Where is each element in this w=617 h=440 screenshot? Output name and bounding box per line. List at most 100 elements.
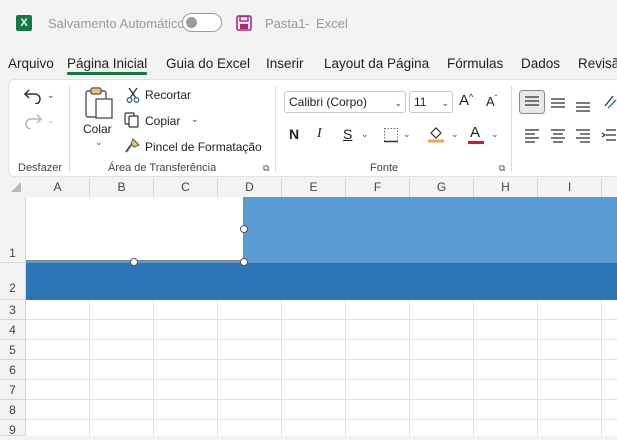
font-color-chevron-icon[interactable]: ⌄ — [491, 129, 499, 140]
font-family-value: Calibri (Corpo) — [289, 95, 368, 109]
row-header-4[interactable]: 4 — [0, 320, 25, 340]
row-header-3[interactable]: 3 — [0, 300, 25, 320]
font-family-chevron-icon: ⌄ — [394, 98, 402, 108]
column-header-d[interactable]: D — [218, 178, 282, 197]
group-separator — [275, 86, 276, 172]
selected-rectangle-shape[interactable] — [26, 197, 244, 261]
font-family-select[interactable]: Calibri (Corpo) ⌄ — [284, 91, 406, 113]
borders-icon[interactable] — [383, 127, 399, 143]
resize-handle-right[interactable] — [240, 225, 248, 233]
tab-formulas[interactable]: Fórmulas — [447, 56, 503, 71]
worksheet-grid[interactable] — [26, 197, 617, 436]
row-header-9[interactable]: 9 — [0, 420, 25, 437]
autosave-toggle[interactable] — [182, 13, 222, 32]
paste-dropdown-chevron-icon[interactable]: ⌄ — [95, 137, 103, 148]
font-color-bar — [468, 141, 484, 144]
align-center-icon[interactable] — [550, 127, 566, 143]
align-middle-icon[interactable] — [550, 94, 566, 110]
cut-label[interactable]: Recortar — [145, 88, 191, 102]
grow-font-icon: A — [459, 92, 470, 109]
column-header-i[interactable]: I — [538, 178, 602, 197]
font-size-chevron-icon: ⌄ — [441, 98, 449, 108]
redo-icon[interactable] — [23, 111, 43, 129]
excel-logo-icon: X — [16, 15, 32, 31]
column-header-h[interactable]: H — [474, 178, 538, 197]
row-header-1[interactable]: 1 — [0, 197, 25, 263]
app-name: Excel — [316, 16, 348, 31]
resize-handle-bottom-right[interactable] — [240, 258, 248, 266]
copy-label[interactable]: Copiar — [145, 114, 180, 128]
grid-line — [26, 419, 617, 420]
fill-color-icon[interactable] — [427, 125, 445, 143]
column-header-a[interactable]: A — [26, 178, 90, 197]
tab-layout-da-pagina[interactable]: Layout da Página — [324, 56, 429, 71]
shrink-font-button[interactable]: Aˇ — [486, 94, 497, 109]
align-left-icon[interactable] — [524, 127, 540, 143]
undo-group-label: Desfazer — [18, 162, 63, 174]
borders-chevron-icon[interactable]: ⌄ — [403, 129, 411, 140]
title-separator: - — [305, 16, 310, 31]
tab-guia-do-excel[interactable]: Guia do Excel — [166, 56, 250, 71]
bold-button[interactable]: N — [289, 126, 299, 142]
column-header-e[interactable]: E — [282, 178, 346, 197]
active-tab-indicator — [67, 72, 147, 75]
orientation-icon[interactable] — [603, 94, 617, 110]
indent-icon[interactable] — [601, 127, 617, 143]
column-header-c[interactable]: C — [154, 178, 218, 197]
save-icon[interactable] — [236, 15, 252, 31]
grid-line — [26, 319, 617, 320]
tab-dados[interactable]: Dados — [521, 56, 560, 71]
align-top-icon[interactable] — [519, 90, 545, 114]
grid-line — [26, 399, 617, 400]
copy-dropdown-chevron-icon[interactable]: ⌄ — [191, 114, 199, 125]
row-header-2[interactable]: 2 — [0, 263, 25, 300]
select-all-button[interactable] — [0, 178, 25, 197]
resize-handle-bottom[interactable] — [130, 258, 138, 266]
paste-label[interactable]: Colar — [83, 122, 112, 136]
shape-band-dark[interactable] — [26, 263, 617, 300]
clipboard-group-label: Área de Transferência — [108, 162, 217, 174]
row-header-6[interactable]: 6 — [0, 360, 25, 380]
group-separator — [69, 86, 70, 172]
row-header-8[interactable]: 8 — [0, 400, 25, 420]
group-separator — [511, 86, 512, 172]
title-bar: X Salvamento Automático Pasta1 - Excel — [0, 0, 617, 48]
paste-icon[interactable] — [83, 86, 115, 120]
align-right-icon[interactable] — [575, 127, 591, 143]
format-painter-icon[interactable] — [124, 138, 140, 154]
grid-line — [26, 379, 617, 380]
grid-line — [26, 359, 617, 360]
cut-icon[interactable] — [126, 87, 140, 103]
undo-dropdown-chevron-icon[interactable]: ⌄ — [47, 90, 55, 101]
tab-revisao[interactable]: Revisão — [578, 56, 617, 71]
align-bottom-icon[interactable] — [575, 96, 591, 112]
fill-color-chevron-icon[interactable]: ⌄ — [451, 129, 459, 140]
font-size-select[interactable]: 11 ⌄ — [409, 91, 453, 113]
column-header-g[interactable]: G — [410, 178, 474, 197]
shrink-font-icon: A — [486, 94, 495, 109]
grid-line — [26, 339, 617, 340]
italic-button[interactable]: I — [317, 126, 322, 142]
redo-dropdown-chevron-icon[interactable]: ⌄ — [47, 115, 55, 126]
column-headers: A B C D E F G H I — [0, 178, 617, 198]
font-size-value: 11 — [414, 95, 427, 109]
font-color-icon[interactable]: A — [470, 124, 480, 141]
underline-chevron-icon[interactable]: ⌄ — [361, 129, 369, 140]
format-painter-label[interactable]: Pincel de Formatação — [145, 140, 262, 154]
row-header-7[interactable]: 7 — [0, 380, 25, 400]
tab-inserir[interactable]: Inserir — [266, 56, 304, 71]
font-group-label: Fonte — [370, 162, 399, 174]
undo-icon[interactable] — [23, 86, 43, 104]
row-header-5[interactable]: 5 — [0, 340, 25, 360]
grow-font-button[interactable]: A^ — [459, 92, 473, 109]
underline-button[interactable]: S — [343, 126, 352, 142]
tab-pagina-inicial[interactable]: Página Inicial — [67, 56, 147, 71]
row-headers: 1 2 3 4 5 6 7 8 9 — [0, 197, 26, 437]
autosave-label: Salvamento Automático — [48, 16, 185, 31]
tab-arquivo[interactable]: Arquivo — [8, 56, 54, 71]
font-dialog-launcher-icon[interactable]: ⧉ — [499, 163, 505, 174]
column-header-b[interactable]: B — [90, 178, 154, 197]
clipboard-dialog-launcher-icon[interactable]: ⧉ — [263, 163, 269, 174]
copy-icon[interactable] — [124, 112, 140, 128]
column-header-f[interactable]: F — [346, 178, 410, 197]
